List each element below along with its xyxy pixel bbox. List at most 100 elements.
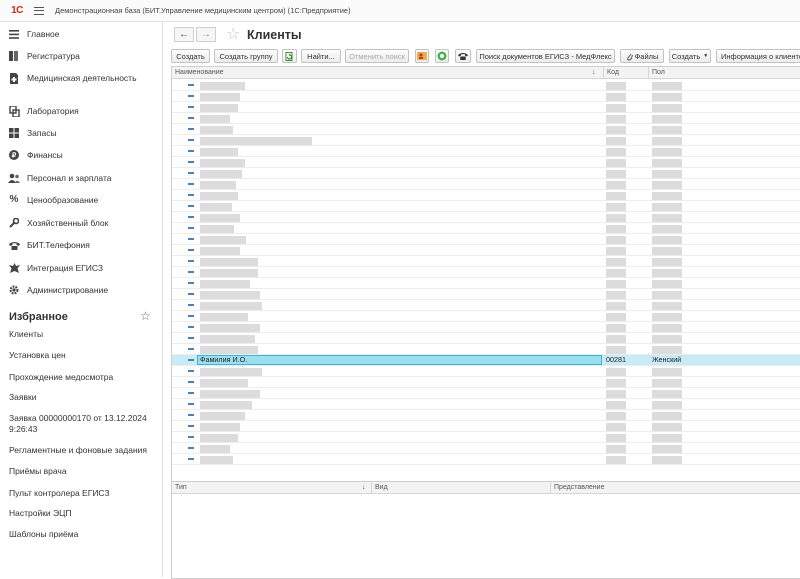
redacted-gender — [652, 335, 682, 343]
table-row[interactable] — [172, 421, 800, 432]
favorite-item[interactable]: Установка цен — [9, 350, 159, 361]
table-row[interactable] — [172, 146, 800, 157]
call-button[interactable] — [435, 49, 449, 63]
create-button[interactable]: Создать — [171, 49, 210, 63]
favorite-star-icon[interactable]: ☆ — [226, 24, 240, 44]
column-header-code[interactable]: Код — [604, 67, 649, 79]
table-row[interactable] — [172, 278, 800, 289]
favorite-item[interactable]: Настройки ЭЦП — [9, 508, 159, 519]
table-row[interactable] — [172, 267, 800, 278]
files-button[interactable]: Файлы — [620, 49, 664, 63]
sidebar-item-label: Интеграция ЕГИСЗ — [27, 263, 104, 273]
table-row-selected[interactable]: Фамилия И.О. 00281 Женский — [172, 355, 800, 366]
table-row[interactable] — [172, 377, 800, 388]
favorite-item[interactable]: Прохождение медосмотра — [9, 372, 159, 383]
table-row[interactable] — [172, 245, 800, 256]
cancel-search-button[interactable]: Отменить поиск — [345, 49, 409, 63]
redacted-code — [606, 346, 626, 354]
redacted-name — [200, 192, 238, 200]
redacted-code — [606, 93, 626, 101]
table-row[interactable] — [172, 135, 800, 146]
table-row[interactable] — [172, 300, 800, 311]
sidebar-item-staff[interactable]: Персонал и зарплата — [0, 171, 163, 185]
table-row[interactable] — [172, 168, 800, 179]
table-row[interactable] — [172, 234, 800, 245]
table-row[interactable] — [172, 190, 800, 201]
forward-button[interactable]: → — [196, 27, 216, 42]
back-button[interactable]: ← — [174, 27, 194, 42]
dropdown-arrow-icon: ▼ — [703, 53, 709, 59]
table-row[interactable] — [172, 91, 800, 102]
cell-name[interactable]: Фамилия И.О. — [197, 355, 602, 365]
table-row[interactable] — [172, 399, 800, 410]
item-marker-icon — [188, 447, 194, 449]
redacted-gender — [652, 137, 682, 145]
table-row[interactable] — [172, 311, 800, 322]
table-row[interactable] — [172, 124, 800, 135]
table-row[interactable] — [172, 212, 800, 223]
sidebar-item-main[interactable]: Главное — [0, 27, 163, 41]
client-info-button[interactable]: Информация о клиенте — [716, 49, 800, 63]
sidebar-item-finance[interactable]: ₽ Финансы — [0, 148, 163, 162]
item-marker-icon — [188, 315, 194, 317]
patient-card-button[interactable] — [415, 49, 429, 63]
favorite-item[interactable]: Заявки — [9, 392, 159, 403]
telephony-button[interactable] — [455, 49, 471, 63]
sidebar-item-label: Персонал и зарплата — [27, 173, 112, 183]
sidebar-item-medical[interactable]: Медицинская деятельность — [0, 71, 163, 95]
table-row[interactable] — [172, 113, 800, 124]
main-menu-icon[interactable] — [34, 6, 44, 16]
find-button[interactable]: Найти... — [301, 49, 341, 63]
column-header-kind[interactable]: Вид — [372, 482, 550, 494]
redacted-name — [200, 126, 233, 134]
sidebar: Главное Регистратура Медицинская деятель… — [0, 22, 163, 577]
refresh-button[interactable] — [282, 49, 297, 63]
table-row[interactable] — [172, 157, 800, 168]
redacted-gender — [652, 258, 682, 266]
sidebar-item-egisz[interactable]: Интеграция ЕГИСЗ — [0, 261, 163, 275]
table-row[interactable] — [172, 410, 800, 421]
table-row[interactable] — [172, 388, 800, 399]
search-egisz-docs-button[interactable]: Поиск документов ЕГИСЗ - МедФлекс — [476, 49, 615, 63]
sidebar-item-pricing[interactable]: % Ценообразование — [0, 193, 163, 207]
table-row[interactable] — [172, 333, 800, 344]
redacted-gender — [652, 82, 682, 90]
table-row[interactable] — [172, 344, 800, 355]
sidebar-item-household[interactable]: Хозяйственный блок — [0, 216, 163, 230]
table-row[interactable] — [172, 289, 800, 300]
sidebar-item-stock[interactable]: Запасы — [0, 126, 163, 140]
redacted-gender — [652, 214, 682, 222]
favorite-item[interactable]: Приёмы врача — [9, 466, 159, 477]
table-row[interactable] — [172, 201, 800, 212]
sidebar-item-registry[interactable]: Регистратура — [0, 49, 163, 63]
favorites-star-icon[interactable]: ☆ — [140, 309, 151, 323]
column-header-type[interactable]: Тип — [172, 482, 372, 494]
favorite-item[interactable]: Пульт контролера ЕГИСЗ — [9, 488, 159, 499]
redacted-code — [606, 390, 626, 398]
column-header-gender[interactable]: Пол — [649, 67, 800, 79]
item-marker-icon — [188, 216, 194, 218]
table-row[interactable] — [172, 179, 800, 190]
favorite-item[interactable]: Заявка 00000000170 от 13.12.2024 9:26:43 — [9, 413, 149, 435]
create-menu-button[interactable]: Создать ▼ — [669, 49, 711, 63]
favorite-item[interactable]: Шаблоны приёма — [9, 529, 159, 540]
redacted-code — [606, 203, 626, 211]
table-row[interactable] — [172, 454, 800, 465]
table-row[interactable] — [172, 322, 800, 333]
table-row[interactable] — [172, 223, 800, 234]
sidebar-item-telephony[interactable]: БИТ.Телефония — [0, 238, 163, 252]
item-marker-icon — [188, 337, 194, 339]
table-row[interactable] — [172, 432, 800, 443]
create-group-button[interactable]: Создать группу — [214, 49, 278, 63]
sidebar-item-lab[interactable]: Лаборатория — [0, 104, 163, 118]
favorite-item[interactable]: Клиенты — [9, 329, 159, 340]
favorite-item[interactable]: Регламентные и фоновые задания — [9, 445, 159, 456]
table-row[interactable] — [172, 256, 800, 267]
table-row[interactable] — [172, 366, 800, 377]
table-row[interactable] — [172, 102, 800, 113]
table-row[interactable] — [172, 443, 800, 454]
sidebar-item-admin[interactable]: Администрирование — [0, 283, 163, 297]
table-row[interactable] — [172, 80, 800, 91]
column-header-presentation[interactable]: Представление — [551, 482, 800, 494]
column-header-name[interactable]: Наименование — [172, 67, 602, 79]
